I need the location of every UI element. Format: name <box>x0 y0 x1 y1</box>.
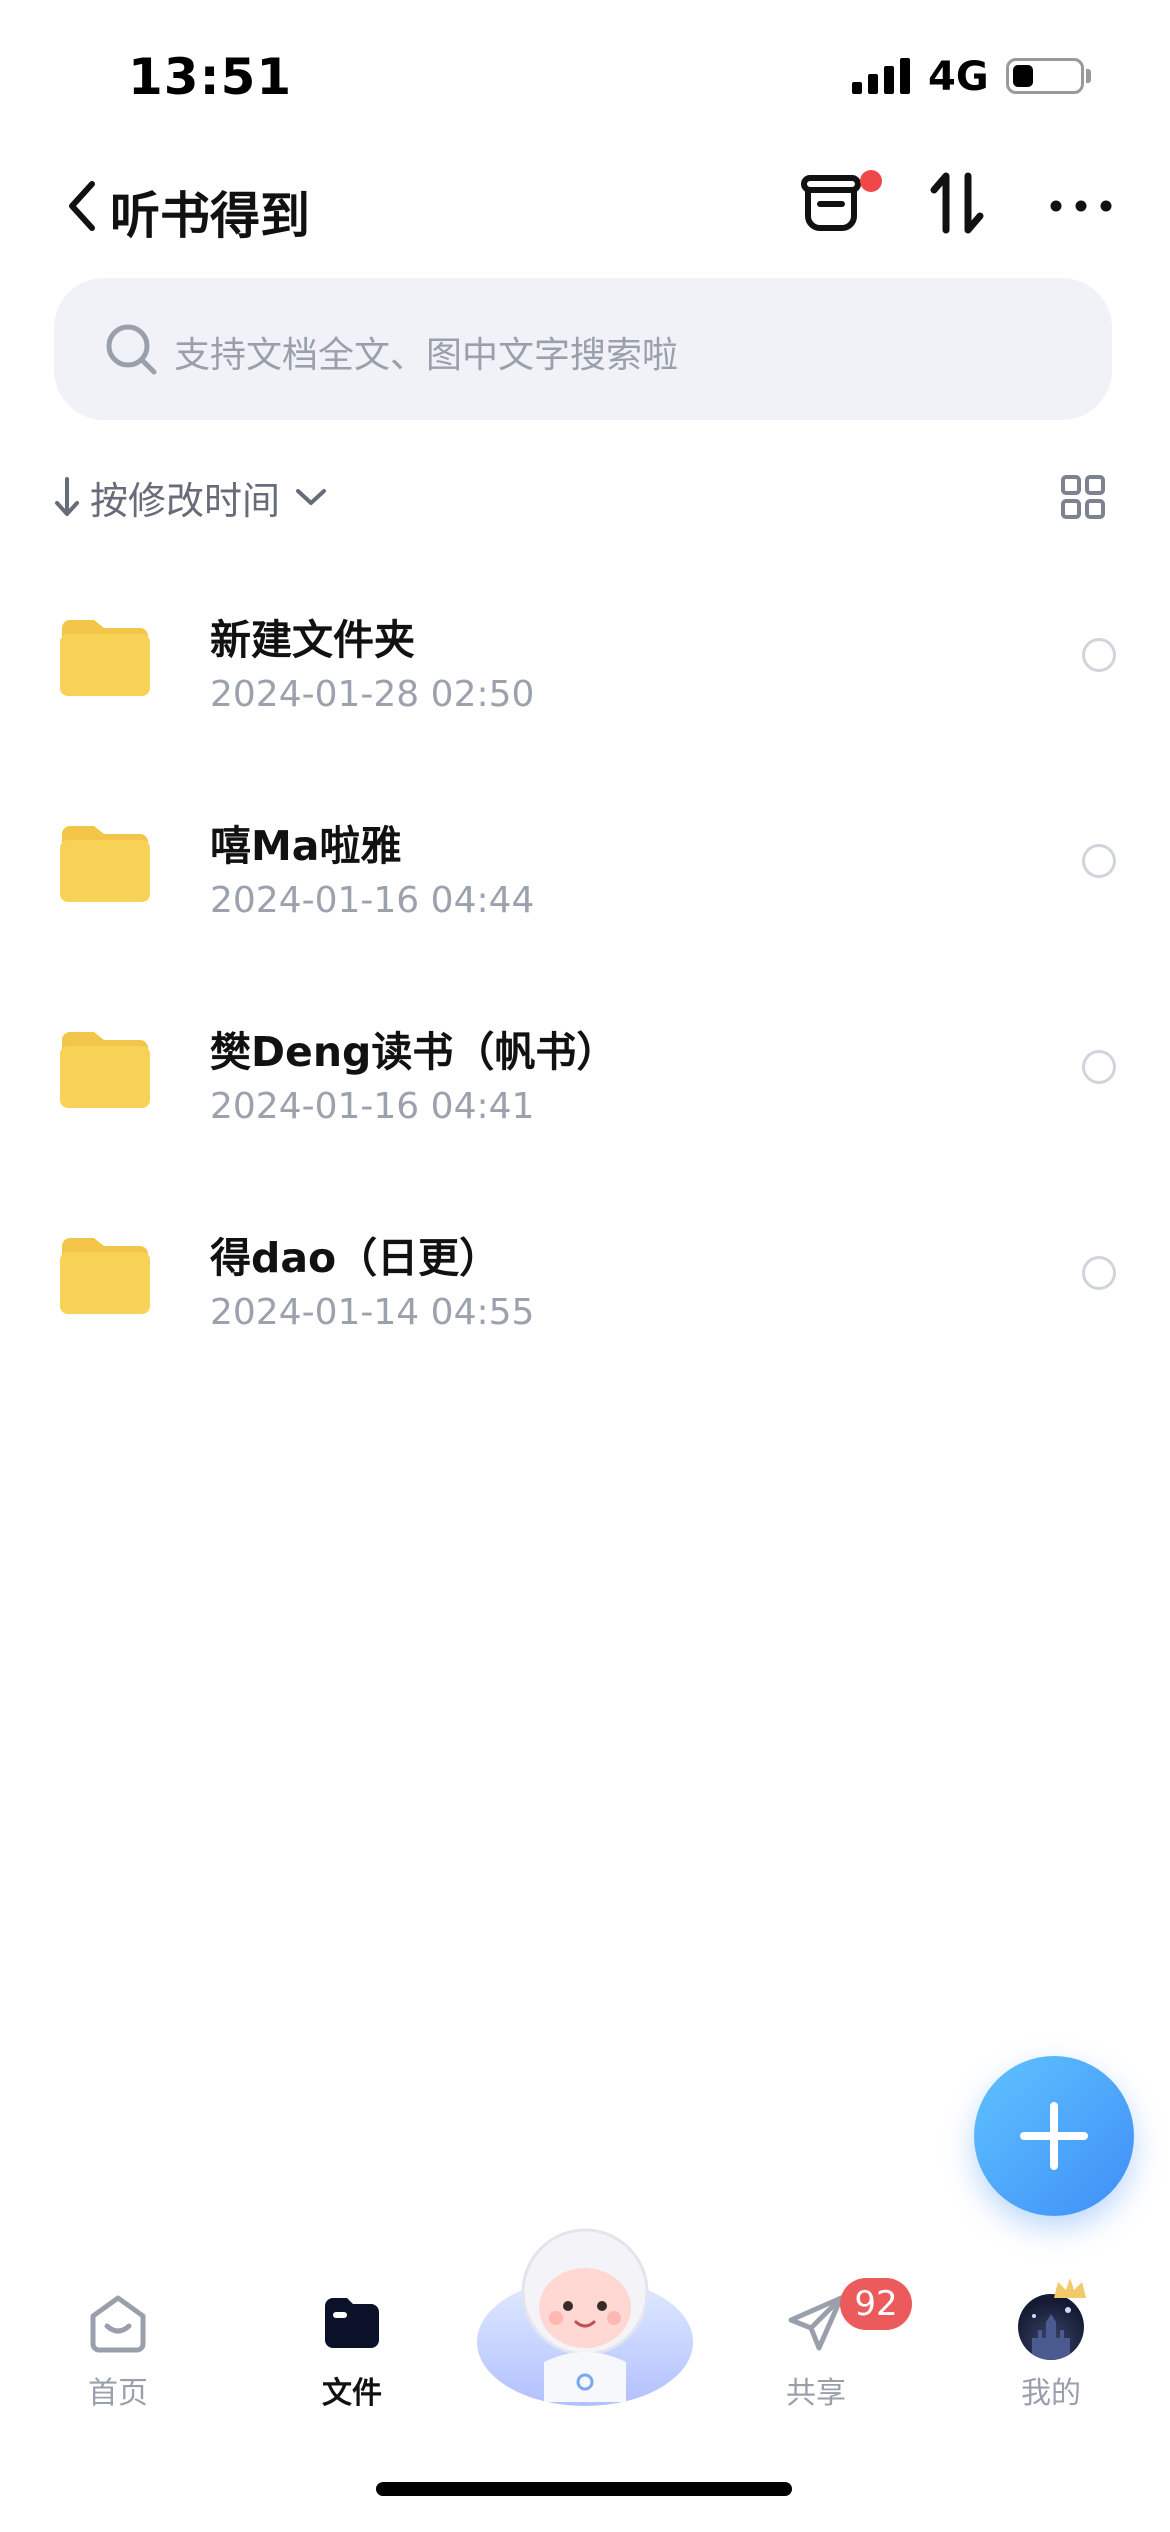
folder-filled-icon <box>325 2298 379 2348</box>
battery-icon <box>1006 58 1084 94</box>
tab-files-label: 文件 <box>322 2376 382 2411</box>
page-title: 听书得到 <box>110 187 310 245</box>
folder-name: 嘻Ma啦雅 <box>210 822 402 870</box>
folder-date: 2024-01-14 04:55 <box>210 1292 535 1333</box>
home-smile-icon <box>90 2295 146 2353</box>
search-icon <box>106 324 157 375</box>
select-radio[interactable] <box>1082 844 1116 878</box>
sort-label: 按修改时间 <box>90 478 281 523</box>
folder-date: 2024-01-16 04:44 <box>210 880 535 921</box>
transfer-box-icon[interactable] <box>796 168 866 238</box>
folder-row[interactable]: 得dao（日更） 2024-01-14 04:55 <box>0 1206 1170 1412</box>
folder-date: 2024-01-16 04:41 <box>210 1086 535 1127</box>
file-list: 新建文件夹 2024-01-28 02:50 嘻Ma啦雅 2024-01-16 … <box>0 588 1170 1412</box>
folder-row[interactable]: 新建文件夹 2024-01-28 02:50 <box>0 588 1170 794</box>
sort-control[interactable]: 按修改时间 <box>52 470 328 524</box>
signal-icon <box>852 58 910 94</box>
tab-share-label: 共享 <box>786 2376 846 2411</box>
folder-icon <box>60 620 150 696</box>
plus-icon <box>1020 2102 1088 2170</box>
share-count-badge: 92 <box>840 2278 912 2330</box>
home-indicator <box>376 2482 792 2496</box>
sort-swap-icon[interactable] <box>922 168 992 238</box>
grid-view-icon[interactable] <box>1060 474 1106 520</box>
folder-icon <box>60 1238 150 1314</box>
tab-files[interactable]: 文件 <box>282 2290 422 2412</box>
network-label: 4G <box>928 54 989 100</box>
folder-icon <box>60 826 150 902</box>
mascot-assistant-icon[interactable] <box>474 2222 696 2418</box>
search-placeholder: 支持文档全文、图中文字搜索啦 <box>174 335 679 376</box>
folder-name: 樊Deng读书（帆书） <box>210 1028 618 1076</box>
folder-name: 得dao（日更） <box>210 1234 501 1282</box>
folder-name: 新建文件夹 <box>210 616 415 664</box>
folder-row[interactable]: 嘻Ma啦雅 2024-01-16 04:44 <box>0 794 1170 1000</box>
avatar-castle-image <box>1032 2307 1071 2360</box>
status-time: 13:51 <box>128 48 293 106</box>
tab-mine-label: 我的 <box>1021 2376 1081 2411</box>
folder-icon <box>60 1032 150 1108</box>
arrow-down-icon <box>55 477 79 516</box>
search-bar[interactable]: 支持文档全文、图中文字搜索啦 <box>54 278 1112 420</box>
avatar[interactable] <box>1018 2294 1084 2360</box>
tab-home[interactable]: 首页 <box>48 2290 188 2412</box>
select-radio[interactable] <box>1082 1256 1116 1290</box>
select-radio[interactable] <box>1082 1050 1116 1084</box>
select-radio[interactable] <box>1082 638 1116 672</box>
folder-row[interactable]: 樊Deng读书（帆书） 2024-01-16 04:41 <box>0 1000 1170 1206</box>
paper-plane-icon <box>788 2295 844 2351</box>
add-button[interactable] <box>974 2056 1134 2216</box>
more-dots-icon[interactable] <box>1046 168 1116 238</box>
battery-tip <box>1086 69 1091 83</box>
tab-home-label: 首页 <box>88 2376 148 2411</box>
back-chevron-icon[interactable] <box>62 176 102 236</box>
chevron-down-icon <box>296 489 327 505</box>
folder-date: 2024-01-28 02:50 <box>210 674 535 715</box>
crown-icon <box>1054 2278 1086 2298</box>
notification-dot <box>860 170 882 192</box>
